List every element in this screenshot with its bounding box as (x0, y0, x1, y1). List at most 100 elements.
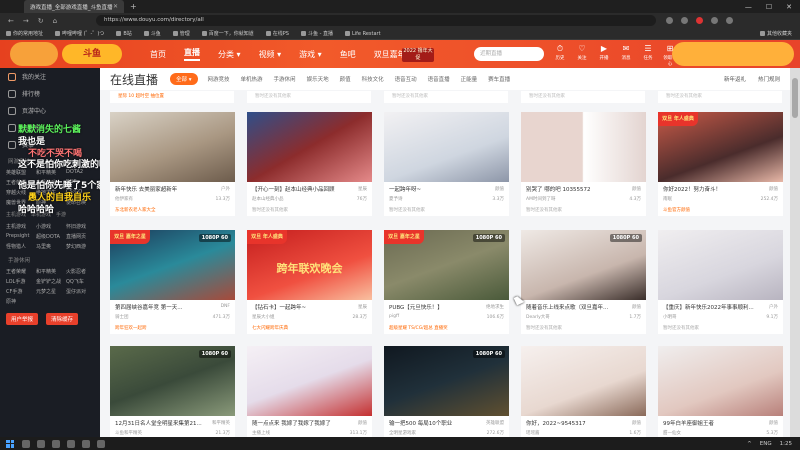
sidebar-action-button[interactable]: 用户举报 (6, 313, 39, 325)
stream-thumbnail[interactable] (658, 346, 783, 416)
stream-card[interactable]: 双旦 年人盛典 你好2022！努力奋斗！ 颜值 南眠 252.4万 斗鱼官方颜值 (658, 112, 783, 216)
stream-card[interactable]: 别哭了 哪的吧 10355572 颜值 AM时间到了呀 4.3万 暂时还没有其他家 (521, 112, 646, 216)
category-tab[interactable]: 赛车直播 (488, 75, 510, 83)
stream-card[interactable]: 1080P 60 12月31日名人堂全明星来集第21... 和平精英 斗鱼和平精英 21… (110, 346, 235, 437)
sidebar-category-link[interactable]: 和平精英 (36, 169, 64, 176)
stream-thumbnail[interactable]: 双旦 年人盛典 (658, 112, 783, 182)
sidebar-category-link[interactable]: 梦幻西游 (66, 243, 94, 250)
sidebar-item[interactable]: 排行榜 (0, 85, 100, 102)
windows-start-icon[interactable] (6, 439, 14, 448)
header-tool-link[interactable]: 新年返礼 (724, 75, 746, 83)
sidebar-category-link[interactable]: 元梦之星 (36, 288, 64, 295)
nav-item[interactable]: 鱼吧 (340, 49, 356, 60)
nav-item[interactable]: 分类 ▾ (218, 49, 241, 60)
header-tool-link[interactable]: 热门规则 (758, 75, 780, 83)
sidebar-tab[interactable]: 手游 (56, 211, 66, 218)
partial-card[interactable]: 暂时还没有其他家 (384, 91, 508, 103)
stream-thumbnail[interactable]: 双旦 年人盛典 跨年联欢晚会 (247, 230, 372, 300)
stream-card[interactable]: 【重庆】新年快乐2022年事事顺利... 户外 小明哥 9.1万 暂时还没有其他家 (658, 230, 783, 334)
extension-icon[interactable] (666, 17, 673, 24)
partial-card[interactable]: 暂时还没有其他家 (247, 91, 371, 103)
partial-card[interactable]: 星际 10 超时空 抽位置暂时还没有其他家 (110, 91, 234, 103)
sidebar-category-link[interactable]: 超级DOTA (36, 233, 64, 240)
back-icon[interactable]: ← (8, 17, 14, 25)
category-tab[interactable]: 娱乐天地 (307, 75, 329, 83)
stream-card[interactable]: 99年白羊座御姐王者 颜值 甜一仙女 5.3万 (658, 346, 783, 437)
app-icon[interactable] (82, 439, 90, 448)
stream-card[interactable]: 1080P 60 双旦 嘉年之星 PUBG【元旦快乐！】 绝地求生 pigff 106.6… (384, 230, 509, 334)
search-icon[interactable] (22, 439, 30, 448)
stream-card[interactable]: 1080P 60 随着音乐上线来点歌（双旦嘉年... 颜值 Dearly大哥 1.7万暂… (521, 230, 646, 334)
sidebar-category-link[interactable]: 英雄联盟 (6, 169, 34, 176)
bookmark-item[interactable]: 斗鱼 - 直播 (301, 30, 333, 37)
all-filter-button[interactable]: 全部 ▾ (170, 73, 198, 85)
bookmark-item[interactable]: 在线PS (266, 30, 289, 37)
site-logo[interactable]: 斗鱼 (62, 44, 122, 64)
stream-thumbnail[interactable]: 1080P 60 (384, 346, 509, 416)
category-tab[interactable]: 正能量 (461, 75, 478, 83)
category-tab[interactable]: 单机热游 (241, 75, 263, 83)
stream-card[interactable]: 1080P 60 输一把500 每局10个职业 英雄联盟 全明星游戏家 272.6万 (384, 346, 509, 437)
stream-card[interactable]: 新年快乐 去美丽家超新年 户外 他伊家有 13.3万 东北新农老人家大全 (110, 112, 235, 216)
bookmark-item[interactable]: 百度一下，你就知道 (202, 30, 254, 37)
maximize-icon[interactable]: ☐ (766, 3, 772, 11)
scrollbar[interactable] (790, 68, 800, 437)
sidebar-category-link[interactable]: 原神 (6, 298, 34, 305)
header-icon-button[interactable]: ⏱ 历史 (552, 43, 568, 67)
new-tab-icon[interactable]: + (130, 2, 137, 11)
tray-item[interactable]: ENG (760, 441, 772, 447)
close-window-icon[interactable]: ✕ (786, 3, 792, 11)
nav-item[interactable]: 视频 ▾ (259, 49, 282, 60)
category-tab[interactable]: 科技文化 (362, 75, 384, 83)
search-input[interactable]: 近期直播 (474, 47, 544, 61)
bookmark-folder-other[interactable]: 其他收藏夹 (760, 30, 800, 37)
bookmark-item[interactable]: Life Restart (345, 31, 381, 37)
scrollbar-thumb[interactable] (792, 78, 798, 118)
sidebar-item[interactable]: 页游中心 (0, 102, 100, 119)
extension-icon[interactable] (681, 17, 688, 24)
home-icon[interactable]: ⌂ (53, 17, 57, 25)
stream-card[interactable]: 你好，2022~9545317 颜值 瑶瑶酱 1.6万 (521, 346, 646, 437)
category-tab[interactable]: 手游休闲 (274, 75, 296, 83)
minimize-icon[interactable]: — (745, 3, 752, 11)
stream-thumbnail[interactable]: 1080P 60 双旦 嘉年之星 (110, 230, 235, 300)
stream-thumbnail[interactable] (521, 112, 646, 182)
sidebar-category-link[interactable]: 主机游戏 (6, 223, 34, 230)
bookmark-item[interactable]: 哔哩哔哩 (゜-゜)つ (55, 30, 104, 37)
partial-card[interactable]: 暂时还没有其他家 (521, 91, 645, 103)
stream-thumbnail[interactable]: 1080P 60 双旦 嘉年之星 (384, 230, 509, 300)
category-tab[interactable]: 颜值 (340, 75, 351, 83)
app-icon[interactable] (97, 439, 105, 448)
sidebar-category-link[interactable]: Prepsight (6, 233, 34, 240)
partial-card[interactable]: 暂时还没有其他家 (658, 91, 782, 103)
header-icon-button[interactable]: ▶ 开播 (596, 43, 612, 67)
stream-card[interactable]: 1080P 60 双旦 嘉年之星 第四届峡谷嘉年竞 第一天... DNF 骑士团 471.… (110, 230, 235, 334)
header-promo-image[interactable] (672, 42, 794, 66)
reload-icon[interactable]: ↻ (38, 17, 44, 25)
stream-card[interactable]: 【开心一刻】赵本山经典小品回顾 星辰 赵本山经典小品 76万 暂时还没有其他家 (247, 112, 372, 216)
stream-thumbnail[interactable]: 1080P 60 (110, 346, 235, 416)
sidebar-category-link[interactable]: 直播网页 (66, 233, 94, 240)
sidebar-category-link[interactable]: 和平精英 (36, 268, 64, 275)
stream-card[interactable]: 双旦 年人盛典 跨年联欢晚会 【钻石卡】一起跨年~ 星辰 星辰大小姐 28.3万 七大闪耀跨… (247, 230, 372, 334)
forward-icon[interactable]: → (23, 17, 29, 25)
sidebar-category-link[interactable]: 小游戏 (36, 223, 64, 230)
header-icon-button[interactable]: ♡ 关注 (574, 43, 590, 67)
sidebar-category-link[interactable]: 火影忍者 (66, 268, 94, 275)
tray-item[interactable]: 1:25 (780, 441, 792, 447)
record-icon[interactable] (696, 17, 703, 24)
sidebar-item[interactable]: 我的关注 (0, 68, 100, 85)
task-view-icon[interactable] (37, 439, 45, 448)
sidebar-category-link[interactable]: QQ飞车 (66, 278, 94, 285)
bookmark-item[interactable]: B站 (116, 30, 131, 37)
profile-avatar[interactable] (726, 17, 733, 24)
browser-app-icon[interactable] (52, 439, 60, 448)
category-tab[interactable]: 网游竞技 (208, 75, 230, 83)
sidebar-category-link[interactable]: 怪物猎人 (6, 243, 34, 250)
close-tab-icon[interactable]: ✕ (113, 3, 118, 10)
browser-tab[interactable]: 游戏直播_全部游戏直播_斗鱼直播 ✕ (24, 0, 124, 13)
stream-thumbnail[interactable] (247, 112, 372, 182)
url-field[interactable]: https://www.douyu.com/directory/all (96, 15, 656, 26)
promo-banner[interactable]: 2022 撸年大促 (402, 48, 434, 62)
stream-thumbnail[interactable] (247, 346, 372, 416)
